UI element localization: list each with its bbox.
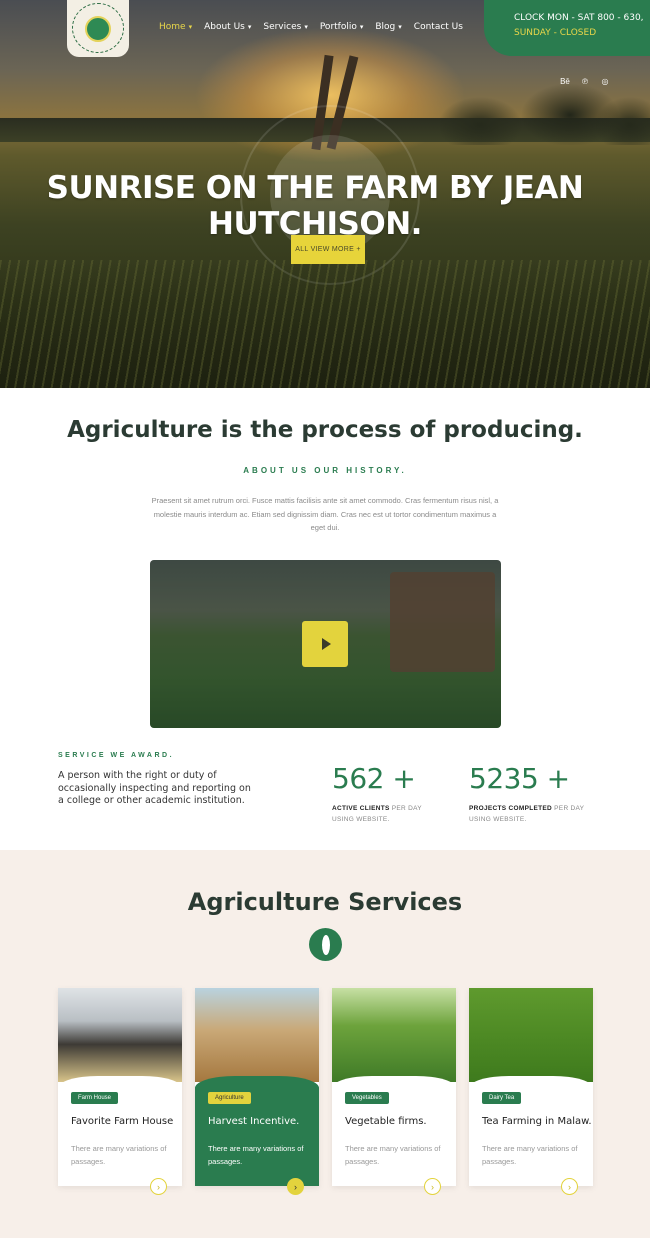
chevron-down-icon: ▾: [359, 23, 364, 31]
stat-caption-bold: PROJECTS COMPLETED: [469, 805, 553, 812]
view-more-button[interactable]: ALL VIEW MORE +: [291, 235, 365, 264]
nav-item-home[interactable]: Home ▾: [159, 22, 192, 32]
about-title: Agriculture is the process of producing.: [67, 417, 583, 443]
card-title: Favorite Farm House: [71, 1116, 174, 1127]
card-image: [469, 988, 593, 1082]
nav-item-label: Services: [263, 22, 302, 32]
opening-hours-badge: CLOCK MON - SAT 800 - 630, SUNDAY - CLOS…: [484, 0, 650, 56]
wheat-globe-icon: [309, 928, 342, 961]
arrow-right-icon[interactable]: ›: [150, 1178, 167, 1195]
card-title: Harvest Incentive.: [208, 1116, 300, 1127]
main-nav: Home ▾ About Us ▾ Services ▾ Portfolio ▾ Blo…: [159, 22, 463, 32]
about-subtitle: ABOUT US OUR HISTORY.: [243, 466, 407, 475]
card-tag[interactable]: Dairy Tea: [482, 1092, 522, 1104]
stat-value: 562 +: [332, 762, 416, 795]
stat-value: 5235 +: [469, 762, 570, 795]
card-tag[interactable]: Vegetables: [345, 1092, 389, 1104]
card-title: Vegetable firms.: [345, 1116, 427, 1127]
hero-title: SUNRISE ON THE FARM BY JEAN HUTCHISON.: [46, 170, 584, 242]
card-image: [195, 988, 319, 1082]
card-tag[interactable]: Agriculture: [208, 1092, 251, 1104]
brand-logo[interactable]: [67, 0, 129, 57]
instagram-icon[interactable]: ◎: [600, 77, 610, 86]
about-text: Praesent sit amet rutrum orci. Fusce mat…: [151, 496, 499, 532]
nav-item-contact[interactable]: Contact Us: [414, 22, 463, 32]
leaf-icon: [321, 934, 330, 955]
stat-active-clients: 562 + ACTIVE CLIENTS PER DAY USING WEBSIT…: [332, 762, 422, 825]
hours-line: CLOCK MON - SAT 800 - 630,: [514, 13, 644, 23]
stat-caption: ACTIVE CLIENTS PER DAY USING WEBSITE.: [332, 803, 422, 825]
card-image: [58, 988, 182, 1082]
card-tag[interactable]: Farm House: [71, 1092, 119, 1104]
service-card-vegetables[interactable]: Vegetables Vegetable firms. There are ma…: [332, 988, 456, 1195]
award-text: A person with the right or duty of occas…: [58, 770, 251, 806]
card-description: There are many variations of passages.: [71, 1144, 167, 1166]
nav-item-label: Blog: [375, 22, 396, 32]
pinterest-icon[interactable]: ℗: [580, 77, 590, 86]
stat-caption-line2: USING WEBSITE.: [332, 816, 390, 823]
behance-icon[interactable]: Bē: [560, 77, 570, 86]
chevron-down-icon: ▾: [188, 23, 193, 31]
stat-caption-bold: ACTIVE CLIENTS: [332, 805, 390, 812]
service-card-farm-house[interactable]: Farm House Favorite Farm House There are…: [58, 988, 182, 1195]
stat-caption-rest: PER DAY: [552, 805, 585, 812]
card-description: There are many variations of passages.: [345, 1144, 441, 1166]
arrow-right-icon[interactable]: ›: [424, 1178, 441, 1195]
card-title: Tea Farming in Malaw.: [482, 1116, 592, 1127]
nav-item-label: Home: [159, 22, 186, 32]
hero-trees: [440, 70, 650, 145]
arrow-right-icon[interactable]: ›: [287, 1178, 304, 1195]
card-description: There are many variations of passages.: [482, 1144, 578, 1166]
stat-projects-completed: 5235 + PROJECTS COMPLETED PER DAY USING W…: [469, 762, 584, 825]
award-label: SERVICE WE AWARD.: [58, 752, 175, 759]
arrow-right-icon[interactable]: ›: [561, 1178, 578, 1195]
chevron-down-icon: ▾: [304, 23, 308, 31]
nav-item-label: Portfolio: [319, 22, 357, 32]
stat-caption-rest: PER DAY: [389, 805, 422, 812]
social-links: Bē ℗ ◎: [560, 77, 610, 86]
nav-item-label: Contact Us: [413, 22, 463, 32]
hero-grass: [0, 260, 650, 388]
card-image: [332, 988, 456, 1082]
logo-ring: [72, 3, 124, 53]
chevron-down-icon: ▾: [398, 23, 402, 31]
service-card-dairy-tea[interactable]: Dairy Tea Tea Farming in Malaw. There ar…: [469, 988, 593, 1195]
play-button[interactable]: [302, 621, 348, 667]
service-card-agriculture[interactable]: Agriculture Harvest Incentive. There are…: [195, 988, 319, 1195]
nav-item-portfolio[interactable]: Portfolio ▾: [320, 22, 364, 32]
stat-caption: PROJECTS COMPLETED PER DAY USING WEBSITE.: [469, 803, 584, 825]
play-icon: [322, 638, 331, 650]
nav-item-blog[interactable]: Blog ▾: [375, 22, 401, 32]
page: Home ▾ About Us ▾ Services ▾ Portfolio ▾ Blo…: [0, 0, 650, 1238]
hours-closed-line: SUNDAY - CLOSED: [514, 28, 597, 38]
nav-item-services[interactable]: Services ▾: [263, 22, 307, 32]
nav-item-about[interactable]: About Us ▾: [204, 22, 251, 32]
stat-caption-line2: USING WEBSITE.: [469, 816, 527, 823]
card-description: There are many variations of passages.: [208, 1144, 304, 1166]
chevron-down-icon: ▾: [247, 23, 252, 31]
nav-item-label: About Us: [204, 22, 245, 32]
services-title: Agriculture Services: [187, 888, 463, 916]
